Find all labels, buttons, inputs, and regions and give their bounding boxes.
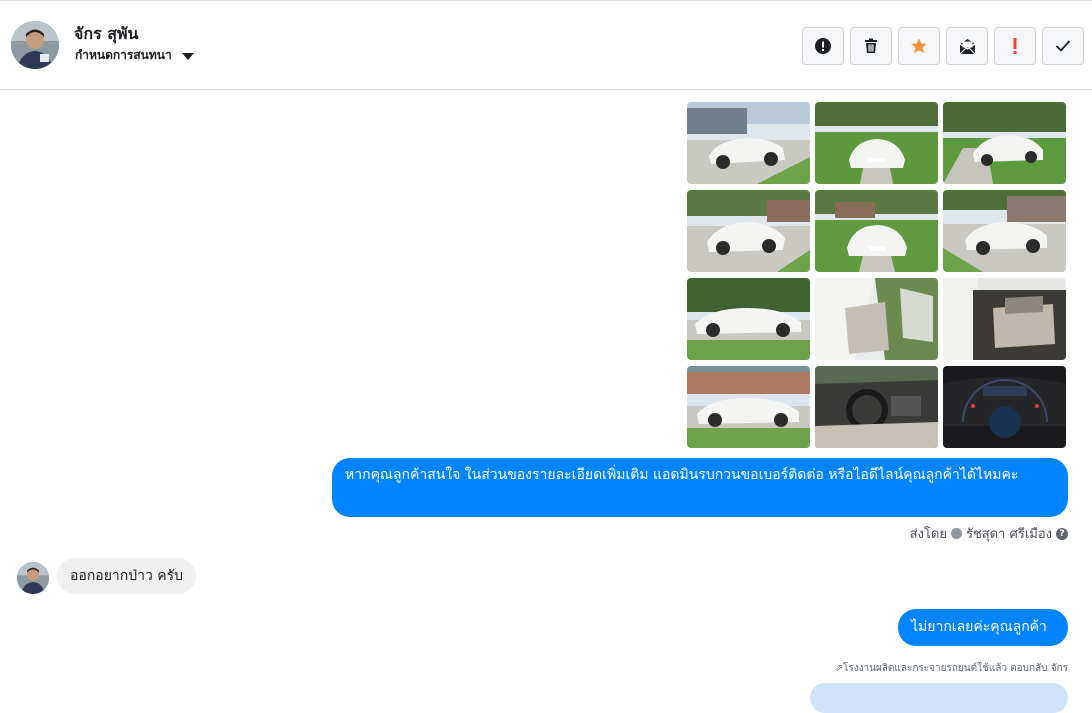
- photo-thumbnail[interactable]: [943, 190, 1066, 272]
- incoming-message: ออกอยากป่าว ครับ: [57, 558, 197, 594]
- delete-button[interactable]: [850, 27, 892, 65]
- follow-up-button[interactable]: [994, 27, 1036, 65]
- photo-thumbnail[interactable]: [687, 190, 810, 272]
- outgoing-message: ไม่ยากเลยค่ะคุณลูกค้า: [898, 609, 1068, 646]
- mark-unread-button[interactable]: [946, 27, 988, 65]
- photo-thumbnail[interactable]: [815, 278, 938, 360]
- assign-conversation-label: กำหนดการสนทนา: [75, 48, 172, 62]
- photo-thumbnail[interactable]: [943, 102, 1066, 184]
- conversation-actions: [802, 27, 1084, 65]
- star-button[interactable]: [898, 27, 940, 65]
- sent-by-info: ส่งโดย รัชสุดา ศรีเมือง ?: [910, 523, 1068, 544]
- reply-note: ⇗โรงงานผลิตและกระจายรถยนต์ใช้แล้ว ตอบกลั…: [835, 661, 1068, 676]
- photo-thumbnail[interactable]: [815, 366, 938, 448]
- photo-thumbnail[interactable]: [687, 278, 810, 360]
- reply-arrow-icon: ⇗: [834, 663, 843, 674]
- avatar[interactable]: [11, 21, 59, 69]
- done-button[interactable]: [1042, 27, 1084, 65]
- outgoing-message: หากคุณลูกค้าสนใจ ในส่วนของรายละเอียดเพิ่…: [332, 458, 1068, 517]
- conversation-header: จักร สุพัน กำหนดการสนทนา: [0, 1, 1092, 90]
- verified-icon: [950, 528, 962, 539]
- photo-thumbnail[interactable]: [687, 102, 810, 184]
- alert-circle-icon: [815, 38, 831, 54]
- trash-icon: [865, 38, 877, 53]
- photo-thumbnail[interactable]: [815, 190, 938, 272]
- envelope-icon: [959, 38, 975, 54]
- photo-grid: [687, 102, 1066, 448]
- photo-thumbnail[interactable]: [815, 102, 938, 184]
- help-icon[interactable]: ?: [1056, 527, 1068, 540]
- caret-down-icon: [181, 52, 194, 60]
- outgoing-message-partial: [810, 683, 1068, 713]
- photo-thumbnail[interactable]: [943, 278, 1066, 360]
- sent-by-label: ส่งโดย: [909, 527, 947, 542]
- assign-conversation-dropdown[interactable]: กำหนดการสนทนา: [75, 46, 194, 65]
- reply-note-text: โรงงานผลิตและกระจายรถยนต์ใช้แล้ว ตอบกลับ…: [842, 663, 1068, 674]
- star-icon: [911, 38, 927, 54]
- exclamation-icon: [1013, 38, 1017, 54]
- check-icon: [1055, 40, 1071, 52]
- contact-name: จักร สุพัน: [74, 24, 139, 43]
- photo-thumbnail[interactable]: [943, 366, 1066, 448]
- sent-by-name[interactable]: รัชสุดา ศรีเมือง: [966, 523, 1052, 544]
- photo-thumbnail[interactable]: [687, 366, 810, 448]
- spam-button[interactable]: [802, 27, 844, 65]
- avatar[interactable]: [17, 562, 49, 594]
